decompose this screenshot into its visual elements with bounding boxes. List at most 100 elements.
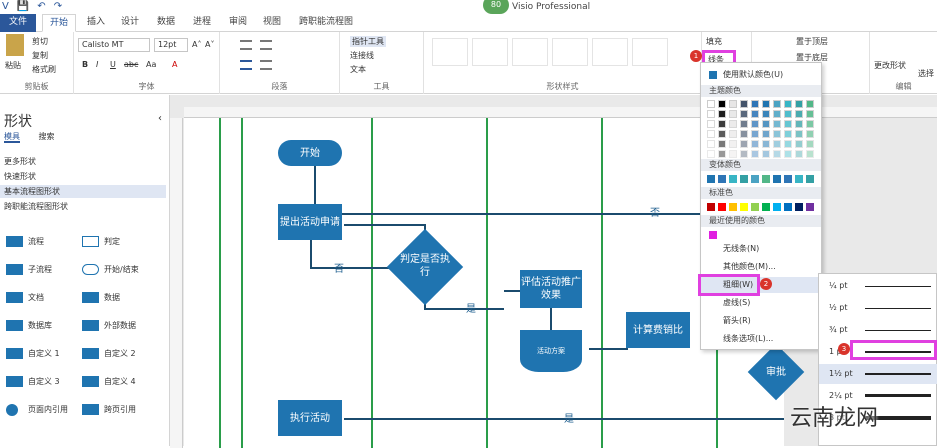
connector[interactable] (344, 224, 424, 226)
theme-color-swatch[interactable] (773, 100, 781, 108)
standard-color-swatch[interactable] (806, 203, 814, 211)
theme-color-swatch[interactable] (707, 110, 715, 118)
stencil-shape-label[interactable]: 外部数据 (104, 320, 136, 331)
theme-color-swatch[interactable] (762, 110, 770, 118)
variant-color-swatch[interactable] (718, 175, 726, 183)
stencil-shape-label[interactable]: 文档 (28, 292, 44, 303)
theme-color-swatch[interactable] (806, 140, 814, 148)
style-thumb-2[interactable] (472, 38, 508, 66)
variant-color-swatch[interactable] (729, 175, 737, 183)
stencil-shape-label[interactable]: 自定义 2 (104, 348, 136, 359)
theme-color-swatch[interactable] (740, 150, 748, 158)
redo-icon[interactable]: ↷ (54, 1, 62, 12)
execute-process[interactable]: 执行活动 (278, 400, 342, 436)
paste-button[interactable]: 粘贴 (5, 60, 21, 71)
standard-color-swatch[interactable] (751, 203, 759, 211)
theme-color-swatch[interactable] (795, 130, 803, 138)
more-shapes-item[interactable]: 更多形状 (0, 155, 166, 168)
quick-shapes-item[interactable]: 快速形状 (0, 170, 166, 183)
standard-color-swatch[interactable] (795, 203, 803, 211)
theme-color-swatch[interactable] (707, 100, 715, 108)
font-color-button[interactable]: A (172, 60, 177, 69)
tab-design[interactable]: 设计 (114, 14, 146, 32)
stencil-shape-label[interactable]: 数据 (104, 292, 120, 303)
theme-color-swatch[interactable] (718, 130, 726, 138)
theme-color-swatch[interactable] (762, 100, 770, 108)
cross-functional-stencil[interactable]: 跨职能流程图形状 (0, 200, 166, 213)
stencil-shape-icon[interactable] (6, 348, 23, 359)
standard-color-swatch[interactable] (729, 203, 737, 211)
stencil-shape-label[interactable]: 自定义 1 (28, 348, 60, 359)
drawing-page[interactable]: 开始 提出活动申请 判定是否执行 评估活动推广效果 活动方案 计算费销比 审批 … (184, 118, 805, 448)
theme-color-swatch[interactable] (773, 150, 781, 158)
stencil-shape-icon[interactable] (6, 376, 23, 387)
theme-color-swatch[interactable] (806, 110, 814, 118)
copy-button[interactable]: 复制 (32, 50, 48, 61)
theme-color-swatch[interactable] (729, 130, 737, 138)
shrink-font-button[interactable]: A˅ (205, 40, 214, 49)
collapse-icon[interactable]: ‹ (158, 113, 162, 124)
pointer-tool-button[interactable]: 指针工具 (350, 36, 386, 47)
stencil-shape-label[interactable]: 页面内引用 (28, 404, 68, 415)
tab-cross-functional[interactable]: 跨职能流程图 (292, 14, 360, 32)
theme-color-swatch[interactable] (784, 150, 792, 158)
theme-color-swatch[interactable] (740, 140, 748, 148)
format-painter-button[interactable]: 格式刷 (32, 64, 56, 75)
theme-color-swatch[interactable] (729, 140, 737, 148)
stencil-shape-label[interactable]: 判定 (104, 236, 120, 247)
tab-stencils[interactable]: 模具 (4, 132, 20, 143)
theme-color-swatch[interactable] (740, 100, 748, 108)
grow-font-button[interactable]: A˄ (192, 40, 201, 49)
cut-button[interactable]: 剪切 (32, 36, 48, 47)
theme-color-swatch[interactable] (751, 150, 759, 158)
stencil-shape-icon[interactable] (6, 292, 23, 303)
tab-review[interactable]: 审阅 (222, 14, 254, 32)
theme-color-swatch[interactable] (707, 130, 715, 138)
theme-color-swatch[interactable] (740, 120, 748, 128)
standard-color-swatch[interactable] (762, 203, 770, 211)
weight-three-quarter[interactable]: ¾ pt (819, 320, 937, 340)
text-tool-button[interactable]: 文本 (350, 64, 366, 75)
stencil-shape-label[interactable]: 跨页引用 (104, 404, 136, 415)
align-middle-icon[interactable] (260, 40, 272, 50)
menu-dashes[interactable]: 虚线(S) (701, 295, 821, 311)
tab-home[interactable]: 开始 (42, 14, 77, 32)
undo-icon[interactable]: ↶ (37, 1, 45, 12)
menu-arrows[interactable]: 箭头(R) (701, 313, 821, 329)
variant-color-swatch[interactable] (740, 175, 748, 183)
style-thumb-3[interactable] (512, 38, 548, 66)
theme-color-swatch[interactable] (773, 140, 781, 148)
variant-color-swatch[interactable] (773, 175, 781, 183)
theme-color-swatch[interactable] (729, 100, 737, 108)
submit-application-process[interactable]: 提出活动申请 (278, 204, 342, 240)
theme-color-swatch[interactable] (751, 110, 759, 118)
stencil-shape-icon[interactable] (82, 376, 99, 387)
menu-line-options[interactable]: 线条选项(L)... (701, 331, 821, 347)
variant-color-swatch[interactable] (762, 175, 770, 183)
theme-color-swatch[interactable] (718, 140, 726, 148)
connector[interactable] (589, 348, 626, 350)
theme-color-swatch[interactable] (729, 150, 737, 158)
theme-color-swatch[interactable] (795, 150, 803, 158)
strike-button[interactable]: abc (124, 60, 138, 69)
align-top-icon[interactable] (240, 40, 252, 50)
theme-color-swatch[interactable] (795, 140, 803, 148)
start-terminator[interactable]: 开始 (278, 140, 342, 166)
style-thumb-5[interactable] (592, 38, 628, 66)
theme-color-swatch[interactable] (784, 110, 792, 118)
stencil-shape-label[interactable]: 自定义 4 (104, 376, 136, 387)
tab-search[interactable]: 搜索 (39, 132, 55, 141)
connector[interactable] (550, 308, 552, 330)
menu-no-line[interactable]: 无线条(N) (701, 241, 821, 257)
stencil-shape-icon[interactable] (82, 320, 99, 331)
tab-data[interactable]: 数据 (150, 14, 182, 32)
theme-color-swatch[interactable] (718, 100, 726, 108)
case-button[interactable]: Aa (146, 60, 156, 69)
connector-tool-button[interactable]: 连接线 (350, 50, 374, 61)
theme-color-swatch[interactable] (740, 130, 748, 138)
font-name-combo[interactable]: Calisto MT (78, 38, 150, 52)
theme-color-swatch[interactable] (751, 140, 759, 148)
stencil-shape-icon[interactable] (6, 404, 18, 416)
calc-process[interactable]: 计算费销比 (626, 312, 690, 348)
theme-color-swatch[interactable] (795, 100, 803, 108)
